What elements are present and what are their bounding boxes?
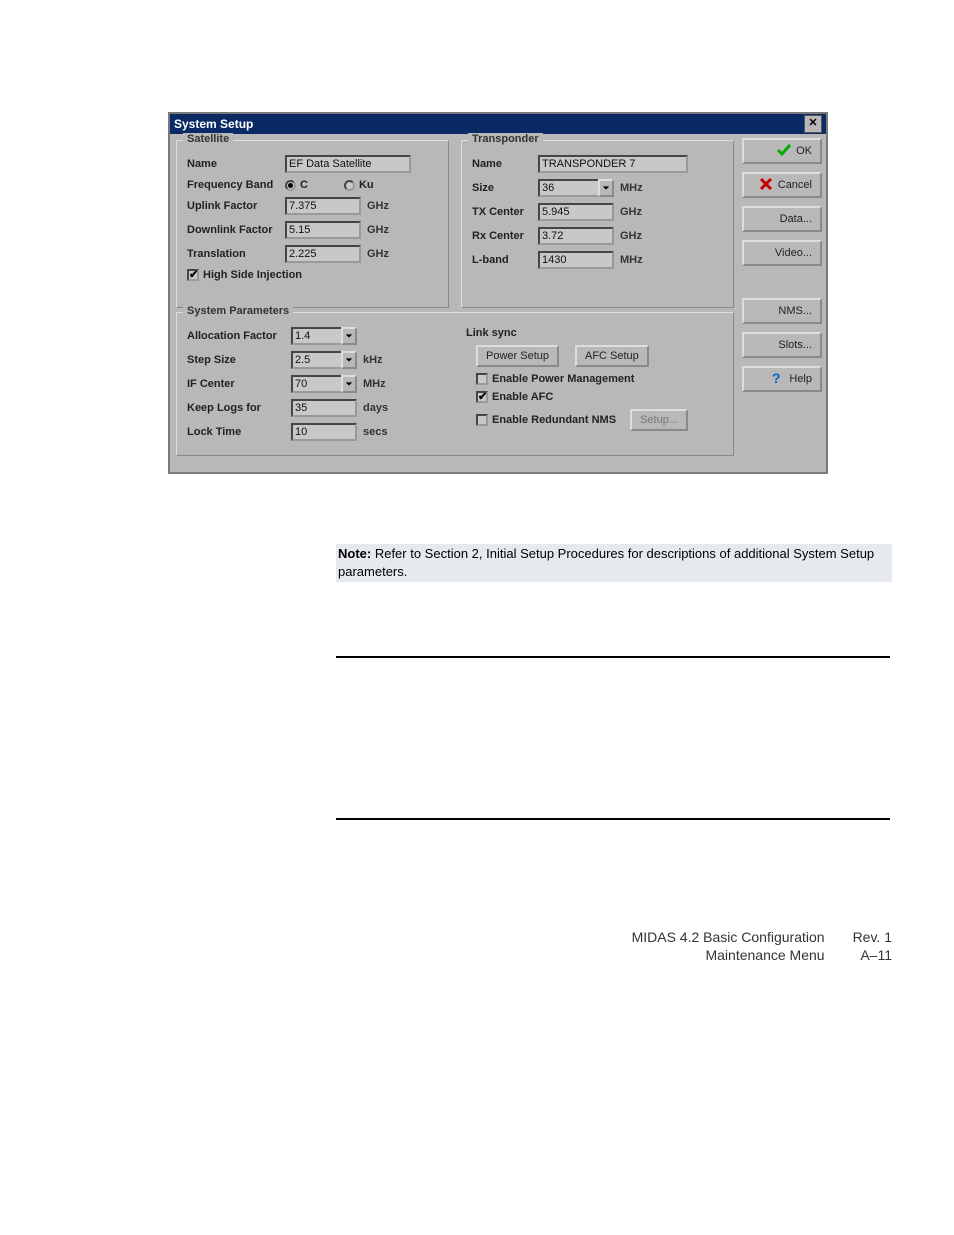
video-button[interactable]: Video...: [742, 240, 822, 266]
satellite-group: Satellite Name Frequency Band C Ku Uplin…: [176, 140, 449, 308]
enable-redundant-checkbox[interactable]: Enable Redundant NMS: [476, 414, 616, 426]
dialog-title: System Setup: [174, 117, 253, 131]
size-unit: MHz: [620, 182, 654, 194]
lband-unit: MHz: [620, 254, 654, 266]
redundant-setup-button[interactable]: Setup...: [630, 409, 688, 431]
freq-band-label: Frequency Band: [187, 179, 279, 191]
size-label: Size: [472, 182, 532, 194]
power-setup-button[interactable]: Power Setup: [476, 345, 559, 367]
chevron-down-icon[interactable]: [341, 327, 357, 345]
satellite-name-input[interactable]: [285, 155, 411, 173]
trans-name-input[interactable]: [538, 155, 688, 173]
downlink-input[interactable]: [285, 221, 361, 239]
tx-label: TX Center: [472, 206, 532, 218]
alloc-value[interactable]: [291, 327, 341, 345]
lband-input[interactable]: [538, 251, 614, 269]
radio-ku[interactable]: Ku: [344, 179, 374, 191]
check-icon: [776, 142, 792, 161]
checkbox-icon: [476, 414, 488, 426]
transponder-group: Transponder Name Size MHz T: [461, 140, 734, 308]
radio-dot-icon: [285, 180, 296, 191]
step-label: Step Size: [187, 354, 285, 366]
step-unit: kHz: [363, 354, 397, 366]
if-select[interactable]: [291, 375, 357, 393]
rx-label: Rx Center: [472, 230, 532, 242]
lock-label: Lock Time: [187, 426, 285, 438]
close-icon[interactable]: ✕: [804, 115, 822, 133]
question-icon: ?: [769, 370, 785, 389]
chevron-down-icon[interactable]: [341, 351, 357, 369]
logs-unit: days: [363, 402, 397, 414]
x-icon: [758, 176, 774, 195]
side-buttons: OK Cancel Data... Video... NMS... Slots.…: [742, 138, 822, 458]
step-value[interactable]: [291, 351, 341, 369]
note-text: Refer to Section 2, Initial Setup Proced…: [338, 546, 874, 579]
footer-doc-title: MIDAS 4.2 Basic Configuration: [632, 928, 825, 946]
chevron-down-icon[interactable]: [598, 179, 614, 197]
uplink-unit: GHz: [367, 200, 401, 212]
translation-unit: GHz: [367, 248, 401, 260]
alloc-select[interactable]: [291, 327, 357, 345]
lband-label: L-band: [472, 254, 532, 266]
if-unit: MHz: [363, 378, 397, 390]
footer-page: A–11: [853, 946, 892, 964]
name-label: Name: [187, 158, 279, 170]
trans-name-label: Name: [472, 158, 532, 170]
afc-setup-button[interactable]: AFC Setup: [575, 345, 649, 367]
ok-button[interactable]: OK: [742, 138, 822, 164]
logs-input[interactable]: [291, 399, 357, 417]
checkbox-icon: [476, 373, 488, 385]
footer-section: Maintenance Menu: [632, 946, 825, 964]
note-prefix: Note:: [338, 546, 371, 561]
cancel-button[interactable]: Cancel: [742, 172, 822, 198]
separator: [336, 818, 890, 820]
radio-c[interactable]: C: [285, 179, 308, 191]
translation-input[interactable]: [285, 245, 361, 263]
lock-unit: secs: [363, 426, 397, 438]
data-button[interactable]: Data...: [742, 206, 822, 232]
rx-input[interactable]: [538, 227, 614, 245]
downlink-unit: GHz: [367, 224, 401, 236]
lock-input[interactable]: [291, 423, 357, 441]
size-select[interactable]: [538, 179, 614, 197]
sysparams-heading: System Parameters: [183, 305, 293, 317]
if-label: IF Center: [187, 378, 285, 390]
tx-unit: GHz: [620, 206, 654, 218]
enable-afc-checkbox[interactable]: Enable AFC: [476, 391, 553, 403]
size-value[interactable]: [538, 179, 598, 197]
uplink-input[interactable]: [285, 197, 361, 215]
note-box: Note: Refer to Section 2, Initial Setup …: [336, 544, 892, 582]
checkbox-icon: [187, 269, 199, 281]
downlink-label: Downlink Factor: [187, 224, 279, 236]
step-select[interactable]: [291, 351, 357, 369]
titlebar: System Setup ✕: [170, 114, 826, 134]
footer-rev: Rev. 1: [853, 928, 892, 946]
transponder-heading: Transponder: [468, 133, 543, 145]
link-sync-heading: Link sync: [466, 327, 517, 339]
logs-label: Keep Logs for: [187, 402, 285, 414]
satellite-heading: Satellite: [183, 133, 233, 145]
help-button[interactable]: ? Help: [742, 366, 822, 392]
page-footer: MIDAS 4.2 Basic Configuration Maintenanc…: [0, 928, 954, 964]
if-value[interactable]: [291, 375, 341, 393]
translation-label: Translation: [187, 248, 279, 260]
rx-unit: GHz: [620, 230, 654, 242]
enable-power-checkbox[interactable]: Enable Power Management: [476, 373, 634, 385]
uplink-label: Uplink Factor: [187, 200, 279, 212]
hsi-checkbox[interactable]: High Side Injection: [187, 269, 302, 281]
system-setup-dialog: System Setup ✕ Satellite Name Frequency …: [168, 112, 828, 474]
checkbox-icon: [476, 391, 488, 403]
radio-dot-icon: [344, 180, 355, 191]
chevron-down-icon[interactable]: [341, 375, 357, 393]
tx-input[interactable]: [538, 203, 614, 221]
sysparams-group: System Parameters Allocation Factor Step…: [176, 312, 734, 456]
svg-text:?: ?: [772, 370, 781, 386]
nms-button[interactable]: NMS...: [742, 298, 822, 324]
slots-button[interactable]: Slots...: [742, 332, 822, 358]
alloc-label: Allocation Factor: [187, 330, 285, 342]
